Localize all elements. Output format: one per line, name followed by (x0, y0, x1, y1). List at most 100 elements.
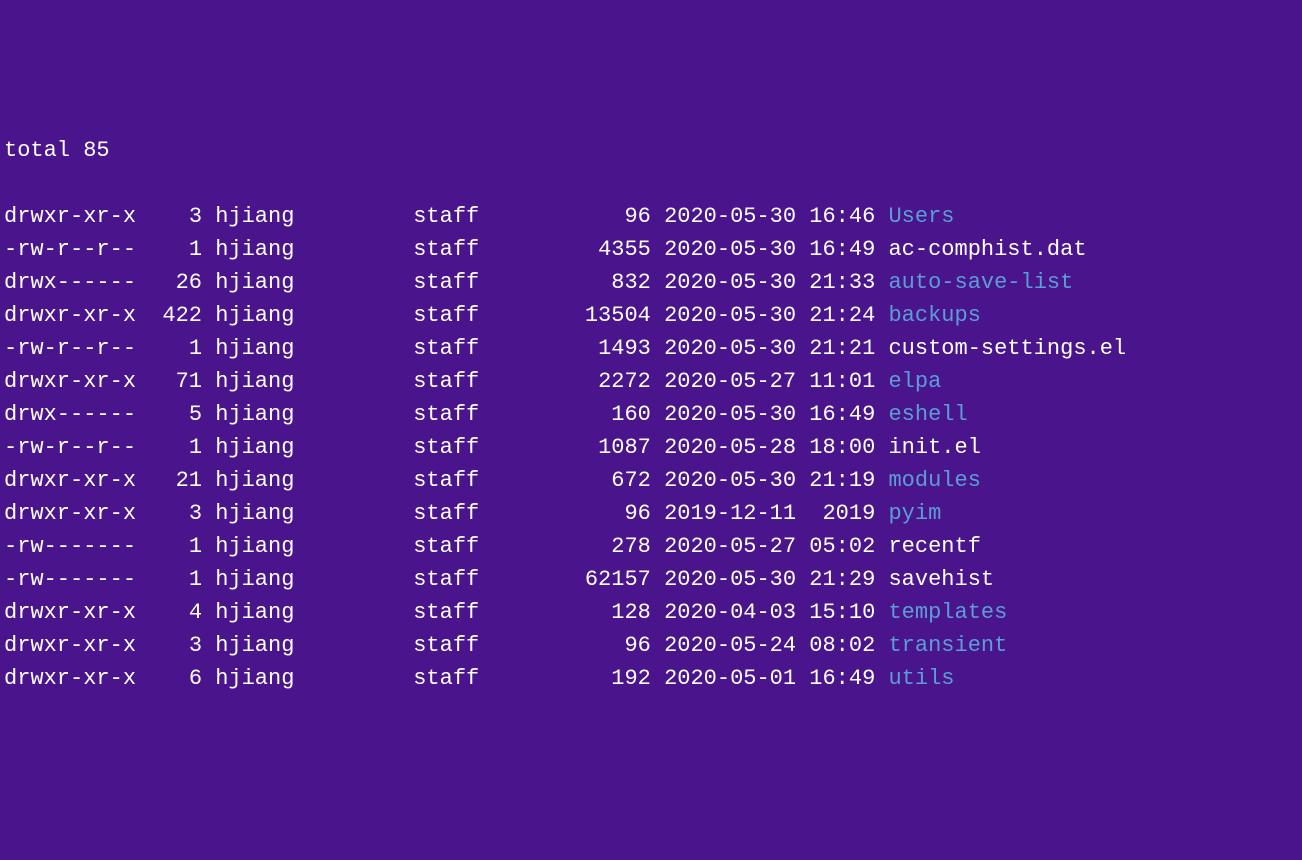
directory-name[interactable]: elpa (875, 365, 941, 398)
file-date: 2020-05-30 (651, 464, 796, 497)
file-date: 2020-05-27 (651, 530, 796, 563)
file-name[interactable]: ac-comphist.dat (875, 233, 1086, 266)
file-date: 2020-05-24 (651, 629, 796, 662)
file-row[interactable]: -rw-------1hjiangstaff621572020-05-3021:… (4, 563, 1298, 596)
file-size: 96 (479, 497, 651, 530)
file-listing: drwxr-xr-x3hjiangstaff962020-05-3016:46U… (4, 200, 1298, 695)
directory-name[interactable]: eshell (875, 398, 967, 431)
permissions: -rw-r--r-- (4, 431, 149, 464)
file-row[interactable]: drwxr-xr-x3hjiangstaff962020-05-2408:02t… (4, 629, 1298, 662)
file-time: 21:21 (796, 332, 875, 365)
file-date: 2020-05-01 (651, 662, 796, 695)
file-date: 2020-05-30 (651, 266, 796, 299)
owner-user: hjiang (202, 530, 294, 563)
directory-name[interactable]: auto-save-list (875, 266, 1073, 299)
owner-group: staff (294, 563, 479, 596)
directory-name[interactable]: backups (875, 299, 981, 332)
file-row[interactable]: drwxr-xr-x422hjiangstaff135042020-05-302… (4, 299, 1298, 332)
permissions: -rw-r--r-- (4, 332, 149, 365)
owner-user: hjiang (202, 563, 294, 596)
owner-user: hjiang (202, 596, 294, 629)
file-size: 1087 (479, 431, 651, 464)
file-size: 672 (479, 464, 651, 497)
file-row[interactable]: drwxr-xr-x6hjiangstaff1922020-05-0116:49… (4, 662, 1298, 695)
owner-user: hjiang (202, 233, 294, 266)
file-row[interactable]: -rw-------1hjiangstaff2782020-05-2705:02… (4, 530, 1298, 563)
owner-user: hjiang (202, 497, 294, 530)
file-row[interactable]: drwxr-xr-x3hjiangstaff962019-12-112019py… (4, 497, 1298, 530)
file-row[interactable]: -rw-r--r--1hjiangstaff10872020-05-2818:0… (4, 431, 1298, 464)
file-date: 2020-05-28 (651, 431, 796, 464)
directory-name[interactable]: utils (875, 662, 954, 695)
file-size: 96 (479, 629, 651, 662)
link-count: 26 (149, 266, 202, 299)
owner-group: staff (294, 629, 479, 662)
permissions: -rw-r--r-- (4, 233, 149, 266)
file-size: 160 (479, 398, 651, 431)
file-time: 21:19 (796, 464, 875, 497)
directory-name[interactable]: modules (875, 464, 981, 497)
file-date: 2020-05-27 (651, 365, 796, 398)
file-time: 18:00 (796, 431, 875, 464)
permissions: -rw------- (4, 530, 149, 563)
link-count: 1 (149, 332, 202, 365)
link-count: 3 (149, 629, 202, 662)
file-size: 128 (479, 596, 651, 629)
permissions: drwx------ (4, 398, 149, 431)
link-count: 5 (149, 398, 202, 431)
file-time: 16:46 (796, 200, 875, 233)
permissions: drwxr-xr-x (4, 365, 149, 398)
file-date: 2020-05-30 (651, 398, 796, 431)
file-row[interactable]: drwxr-xr-x71hjiangstaff22722020-05-2711:… (4, 365, 1298, 398)
link-count: 1 (149, 233, 202, 266)
file-date: 2020-05-30 (651, 563, 796, 596)
owner-user: hjiang (202, 266, 294, 299)
link-count: 21 (149, 464, 202, 497)
file-size: 278 (479, 530, 651, 563)
owner-group: staff (294, 332, 479, 365)
file-row[interactable]: -rw-r--r--1hjiangstaff43552020-05-3016:4… (4, 233, 1298, 266)
file-row[interactable]: drwxr-xr-x3hjiangstaff962020-05-3016:46U… (4, 200, 1298, 233)
directory-name[interactable]: Users (875, 200, 954, 233)
file-time: 11:01 (796, 365, 875, 398)
file-date: 2020-05-30 (651, 200, 796, 233)
file-date: 2020-05-30 (651, 332, 796, 365)
file-time: 05:02 (796, 530, 875, 563)
directory-name[interactable]: templates (875, 596, 1007, 629)
file-name[interactable]: savehist (875, 563, 994, 596)
total-line: total 85 (4, 134, 1298, 167)
owner-group: staff (294, 431, 479, 464)
owner-user: hjiang (202, 200, 294, 233)
file-time: 21:24 (796, 299, 875, 332)
file-size: 13504 (479, 299, 651, 332)
link-count: 422 (149, 299, 202, 332)
file-time: 21:29 (796, 563, 875, 596)
owner-user: hjiang (202, 365, 294, 398)
owner-group: staff (294, 365, 479, 398)
file-size: 96 (479, 200, 651, 233)
file-row[interactable]: drwxr-xr-x21hjiangstaff6722020-05-3021:1… (4, 464, 1298, 497)
owner-user: hjiang (202, 662, 294, 695)
link-count: 4 (149, 596, 202, 629)
directory-name[interactable]: pyim (875, 497, 941, 530)
file-row[interactable]: drwxr-xr-x4hjiangstaff1282020-04-0315:10… (4, 596, 1298, 629)
owner-group: staff (294, 299, 479, 332)
file-time: 15:10 (796, 596, 875, 629)
directory-name[interactable]: transient (875, 629, 1007, 662)
file-name[interactable]: init.el (875, 431, 981, 464)
link-count: 3 (149, 497, 202, 530)
file-row[interactable]: drwx------26hjiangstaff8322020-05-3021:3… (4, 266, 1298, 299)
file-name[interactable]: custom-settings.el (875, 332, 1126, 365)
link-count: 1 (149, 431, 202, 464)
file-row[interactable]: -rw-r--r--1hjiangstaff14932020-05-3021:2… (4, 332, 1298, 365)
file-row[interactable]: drwx------5hjiangstaff1602020-05-3016:49… (4, 398, 1298, 431)
owner-group: staff (294, 266, 479, 299)
file-size: 4355 (479, 233, 651, 266)
file-name[interactable]: recentf (875, 530, 981, 563)
file-time: 21:33 (796, 266, 875, 299)
file-size: 192 (479, 662, 651, 695)
file-time: 2019 (796, 497, 875, 530)
owner-user: hjiang (202, 431, 294, 464)
link-count: 1 (149, 563, 202, 596)
owner-user: hjiang (202, 332, 294, 365)
